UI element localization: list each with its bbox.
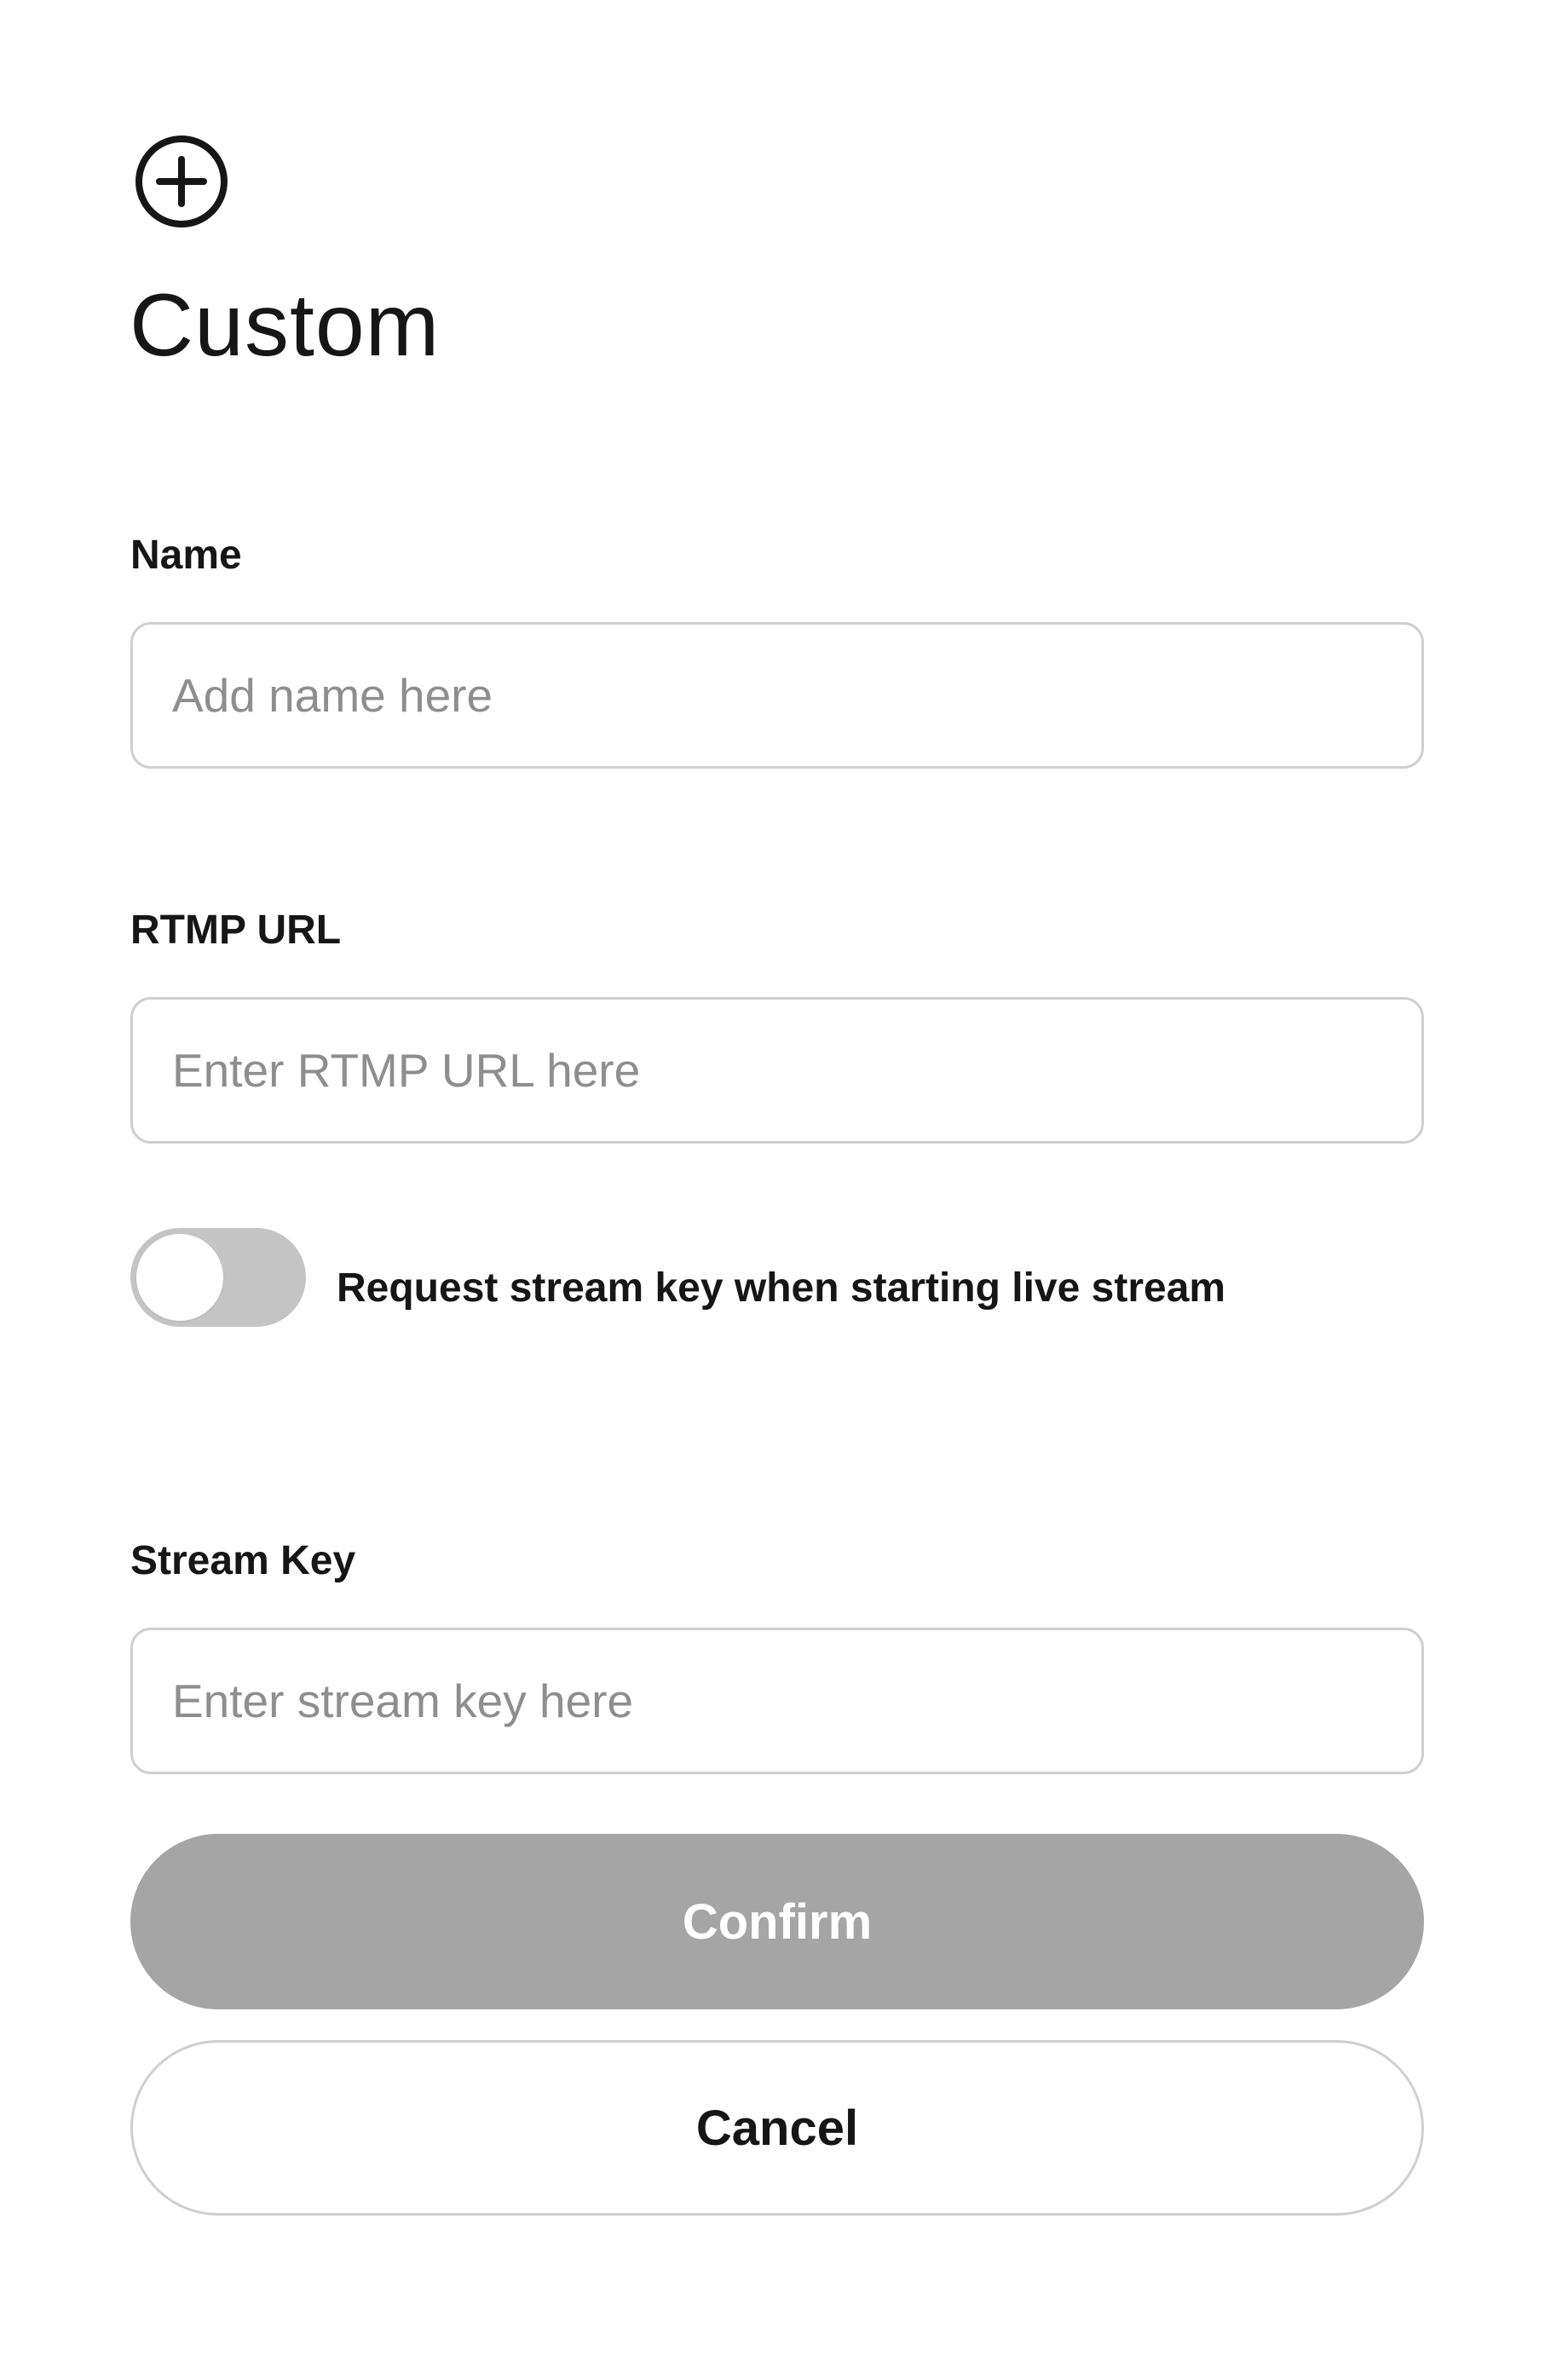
request-stream-key-toggle[interactable]	[130, 1228, 306, 1327]
name-field-container	[130, 622, 1424, 769]
name-input[interactable]	[133, 625, 1421, 766]
name-label: Name	[130, 533, 242, 578]
stream-key-input[interactable]	[133, 1630, 1421, 1772]
cancel-button[interactable]: Cancel	[130, 2040, 1424, 2216]
plus-circle-icon	[135, 135, 228, 228]
confirm-button[interactable]: Confirm	[130, 1834, 1424, 2009]
stream-key-field-container	[130, 1628, 1424, 1774]
page-title: Custom	[130, 276, 441, 375]
toggle-knob	[136, 1234, 223, 1321]
rtmp-url-label: RTMP URL	[130, 908, 342, 953]
rtmp-url-input[interactable]	[133, 1000, 1421, 1141]
rtmp-url-field-container	[130, 997, 1424, 1144]
request-stream-key-label: Request stream key when starting live st…	[337, 1265, 1226, 1311]
stream-key-label: Stream Key	[130, 1538, 356, 1583]
custom-destination-form: Custom Name RTMP URL Request stream key …	[0, 0, 1568, 2369]
